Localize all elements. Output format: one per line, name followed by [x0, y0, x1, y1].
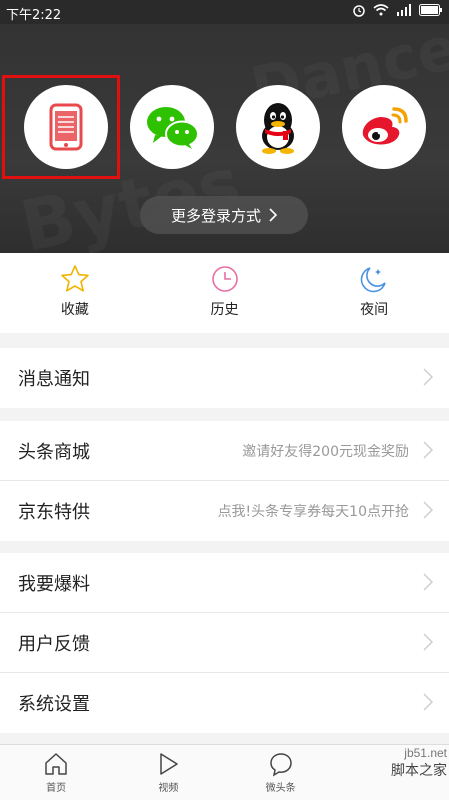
status-time: 下午2:22: [6, 8, 62, 23]
chevron-right-icon: [423, 633, 433, 651]
notifications-row[interactable]: 消息通知: [0, 348, 449, 408]
row-title: 用户反馈: [18, 633, 90, 655]
more-login-label: 更多登录方式: [170, 206, 261, 225]
night-mode-icon: [360, 267, 386, 293]
chevron-right-icon: [423, 573, 433, 591]
jd-special-row[interactable]: 京东特供 点我!头条专享券每天10点开抢: [0, 481, 449, 541]
mall-row[interactable]: 头条商城 邀请好友得200元现金奖励: [0, 421, 449, 481]
favorites-button[interactable]: 收藏: [0, 253, 150, 333]
login-header: Bytes Dance: [0, 24, 449, 253]
tip-off-row[interactable]: 我要爆料: [0, 553, 449, 613]
feedback-row[interactable]: 用户反馈: [0, 613, 449, 673]
night-mode-button[interactable]: 夜间: [299, 253, 449, 333]
quick-actions-bar: 收藏 历史 夜间: [0, 253, 449, 333]
row-title: 消息通知: [18, 369, 90, 390]
history-button[interactable]: 历史: [150, 253, 300, 333]
row-subtitle: 邀请好友得200元现金奖励: [242, 443, 409, 460]
qq-icon: [262, 103, 294, 154]
qq-login-button[interactable]: [236, 85, 320, 169]
menu-group-shopping: 头条商城 邀请好友得200元现金奖励 京东特供 点我!头条专享券每天10点开抢: [0, 421, 449, 541]
menu-group-support: 我要爆料 用户反馈 系统设置: [0, 553, 449, 733]
wifi-icon: [373, 4, 389, 16]
nav-micro-headlines[interactable]: 微头条: [225, 745, 337, 800]
status-bar: 下午2:22: [0, 0, 449, 24]
more-login-methods-button[interactable]: 更多登录方式: [140, 196, 308, 234]
weibo-login-button[interactable]: [342, 85, 426, 169]
chat-bubble-icon: [269, 753, 292, 777]
nav-home[interactable]: 首页: [0, 745, 112, 800]
settings-row[interactable]: 系统设置: [0, 673, 449, 733]
phone-login-highlight-box: [2, 75, 120, 179]
favorites-label: 收藏: [60, 302, 89, 318]
night-mode-label: 夜间: [360, 302, 389, 318]
history-label: 历史: [210, 302, 239, 318]
watermark-site: jb51.net: [404, 746, 447, 760]
row-title: 我要爆料: [18, 573, 90, 595]
weibo-icon: [362, 107, 408, 145]
alarm-icon: [353, 5, 365, 17]
row-subtitle: 点我!头条专享券每天10点开抢: [217, 504, 409, 520]
chevron-right-icon: [423, 501, 433, 519]
home-icon: [45, 753, 67, 775]
video-play-icon: [160, 753, 179, 775]
chevron-right-icon: [269, 208, 277, 222]
menu-group-notifications: 消息通知: [0, 348, 449, 408]
chevron-right-icon: [423, 368, 433, 386]
star-icon: [61, 265, 89, 292]
chevron-right-icon: [423, 441, 433, 459]
nav-label: 微头条: [265, 783, 296, 794]
row-title: 系统设置: [18, 694, 90, 715]
battery-icon: [419, 4, 442, 16]
nav-label: 视频: [158, 783, 179, 794]
wechat-login-button[interactable]: [130, 85, 214, 169]
wechat-icon: [147, 107, 199, 149]
watermark-name: 脚本之家: [391, 763, 447, 779]
history-icon: [211, 266, 238, 292]
site-watermark: jb51.net 脚本之家: [351, 746, 447, 800]
row-title: 京东特供: [18, 502, 90, 523]
nav-label: 首页: [46, 783, 67, 794]
signal-icon: [397, 4, 411, 16]
row-title: 头条商城: [18, 441, 90, 463]
nav-video[interactable]: 视频: [112, 745, 224, 800]
chevron-right-icon: [423, 693, 433, 711]
